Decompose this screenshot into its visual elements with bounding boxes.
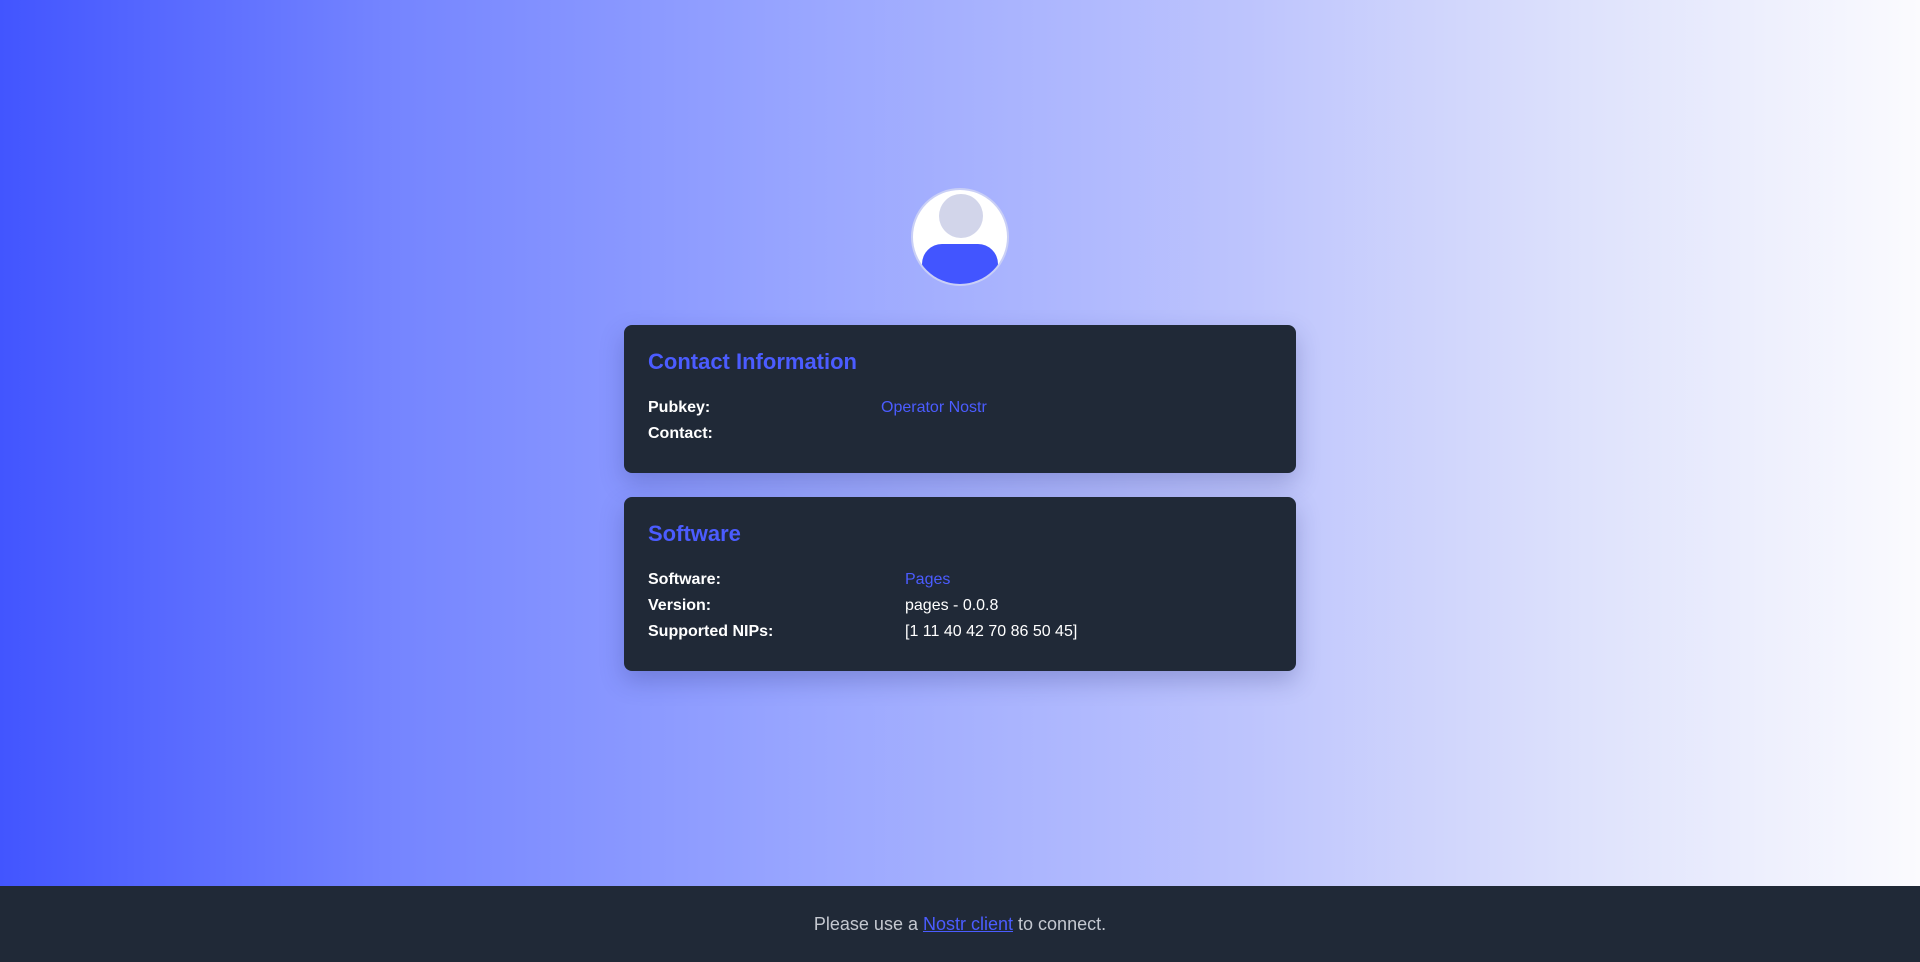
avatar-body: [922, 244, 998, 284]
user-avatar-icon: [911, 188, 1009, 286]
version-value: pages - 0.0.8: [905, 597, 999, 614]
avatar-head: [939, 194, 983, 238]
version-row: Version: pages - 0.0.8: [648, 593, 1272, 619]
pubkey-link[interactable]: Operator Nostr: [881, 395, 987, 421]
nostr-client-link[interactable]: Nostr client: [923, 914, 1013, 935]
supported-nips-row: Supported NIPs: [1 11 40 42 70 86 50 45]: [648, 619, 1272, 645]
contact-row: Contact:: [648, 421, 1272, 447]
main-content: Contact Information Pubkey: Operator Nos…: [0, 0, 1920, 886]
supported-nips-label: Supported NIPs:: [648, 623, 774, 640]
contact-information-title: Contact Information: [648, 349, 857, 374]
software-link[interactable]: Pages: [905, 567, 950, 593]
footer: Please use a Nostr client to connect.: [0, 886, 1920, 962]
contact-information-card: Contact Information Pubkey: Operator Nos…: [624, 325, 1296, 473]
version-label: Version:: [648, 597, 712, 614]
pubkey-row: Pubkey: Operator Nostr: [648, 395, 1272, 421]
footer-suffix: to connect.: [1018, 913, 1107, 934]
pubkey-label: Pubkey:: [648, 399, 711, 416]
contact-label: Contact:: [648, 425, 713, 442]
software-card: Software Software: Pages Version: pages …: [624, 497, 1296, 671]
supported-nips-value: [1 11 40 42 70 86 50 45]: [905, 623, 1078, 640]
footer-prefix: Please use a: [813, 913, 918, 934]
software-row: Software: Pages: [648, 567, 1272, 593]
software-label: Software:: [648, 571, 721, 588]
software-title: Software: [648, 521, 741, 546]
